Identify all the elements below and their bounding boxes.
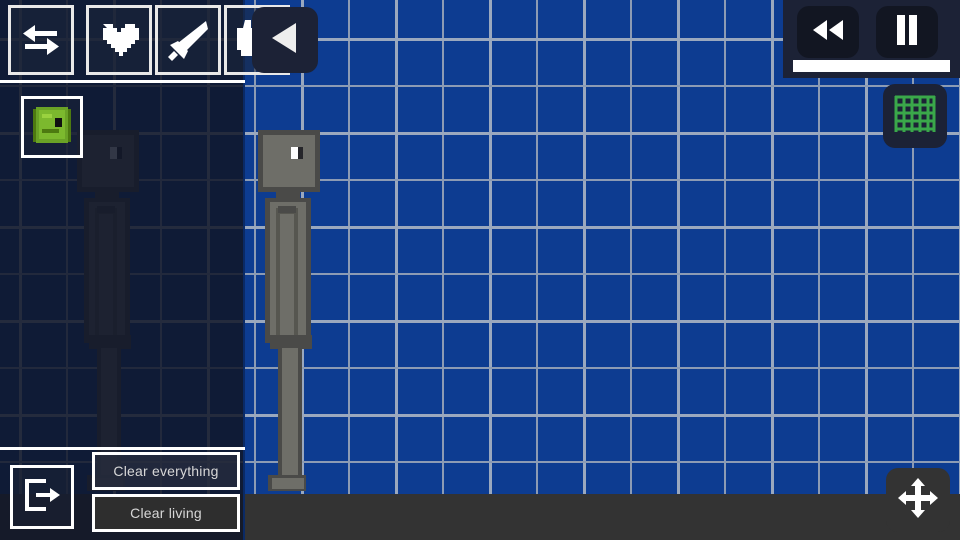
ragdoll-leg-fill — [282, 348, 298, 482]
grid-line-vertical — [536, 0, 538, 494]
exit-icon — [22, 478, 62, 517]
pause-icon — [895, 14, 919, 50]
ragdoll-arm-fill — [280, 214, 294, 344]
clear-everything-button[interactable]: Clear everything — [92, 452, 240, 490]
grid-toggle-button[interactable] — [883, 84, 947, 148]
grid-line-vertical — [677, 0, 680, 494]
grid-line-vertical — [442, 0, 444, 494]
clear-menu: Clear everything Clear living — [92, 452, 240, 532]
clear-living-button[interactable]: Clear living — [92, 494, 240, 532]
playback-panel — [783, 0, 960, 78]
heart-icon — [97, 20, 141, 60]
panel-divider — [0, 447, 245, 450]
move-arrows-icon — [897, 477, 939, 524]
grid-line-vertical — [630, 0, 632, 494]
collapse-panel-button[interactable] — [252, 7, 318, 73]
item-slot-zombie[interactable] — [21, 96, 83, 158]
grid-line-vertical — [348, 0, 350, 494]
swap-arrows-icon — [21, 23, 61, 57]
simulation-speed-slider[interactable] — [793, 60, 950, 72]
ragdoll-shoulder — [278, 206, 296, 213]
exit-button[interactable] — [10, 465, 74, 529]
ragdoll-eye-pupil — [298, 147, 303, 159]
grid-icon — [894, 93, 936, 140]
pause-button[interactable] — [876, 6, 938, 58]
grid-line-vertical — [583, 0, 586, 494]
sword-icon — [166, 19, 210, 61]
human-ragdoll[interactable] — [258, 130, 330, 495]
ragdoll-eye — [291, 147, 298, 159]
grid-line-vertical — [489, 0, 492, 494]
grid-line-vertical — [724, 0, 726, 494]
ragdoll-foot-fill — [272, 478, 304, 489]
tool-slot-weapons[interactable] — [155, 5, 221, 75]
move-camera-button[interactable] — [886, 468, 950, 532]
tool-slot-swap[interactable] — [8, 5, 74, 75]
grid-line-vertical — [395, 0, 398, 494]
left-tool-panel: Clear everything Clear living — [0, 0, 290, 540]
grid-line-vertical — [771, 0, 774, 494]
triangle-left-icon — [270, 21, 300, 60]
ragdoll-head-fill — [263, 135, 315, 187]
zombie-head-icon — [31, 105, 73, 150]
game-screen: Clear everything Clear living — [0, 0, 960, 540]
panel-divider — [0, 80, 245, 83]
rewind-button[interactable] — [797, 6, 859, 58]
tool-slot-health[interactable] — [86, 5, 152, 75]
rewind-icon — [811, 18, 845, 47]
